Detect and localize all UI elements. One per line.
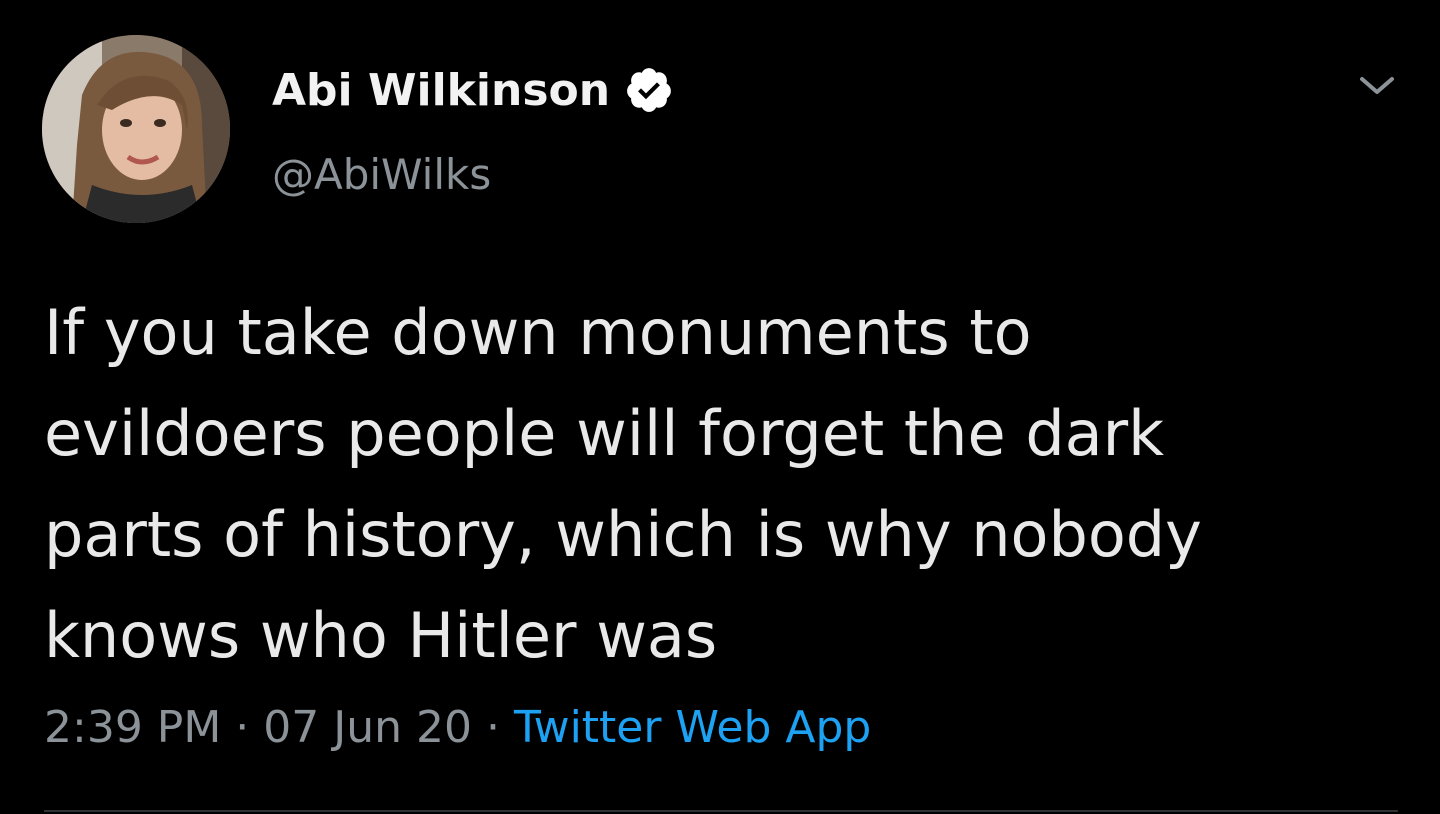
divider — [44, 810, 1398, 812]
chevron-down-icon[interactable] — [1354, 70, 1400, 102]
verified-badge-icon — [624, 65, 674, 115]
avatar[interactable] — [42, 35, 230, 223]
tweet-time[interactable]: 2:39 PM — [44, 702, 221, 753]
tweet-date[interactable]: 07 Jun 20 — [263, 702, 472, 753]
tweet-card: Abi Wilkinson @AbiWilks If you take down… — [0, 0, 1440, 814]
author-handle[interactable]: @AbiWilks — [272, 150, 491, 199]
author-name-row: Abi Wilkinson — [272, 58, 674, 122]
meta-separator: · — [235, 702, 250, 753]
meta-separator: · — [486, 702, 500, 753]
author-display-name[interactable]: Abi Wilkinson — [272, 65, 610, 116]
tweet-text: If you take down monuments to evildoers … — [44, 296, 1202, 672]
avatar-photo — [42, 35, 230, 223]
tweet-meta: 2:39 PM · 07 Jun 20 · Twitter Web App — [44, 702, 871, 753]
tweet-source-link[interactable]: Twitter Web App — [514, 702, 871, 753]
